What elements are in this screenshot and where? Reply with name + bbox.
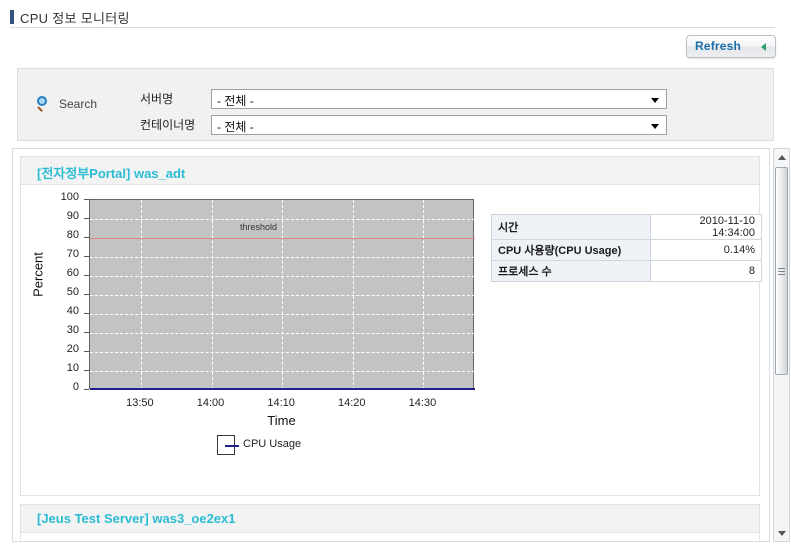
info-row-value: 8 [651, 261, 762, 282]
cpu-info-table: 시간2010-11-10 14:34:00CPU 사용량(CPU Usage)0… [491, 214, 762, 282]
info-row-value: 0.14% [651, 240, 762, 261]
chevron-down-icon [651, 124, 659, 129]
chart-x-axis-title: Time [89, 413, 474, 428]
info-row-value: 2010-11-10 14:34:00 [651, 215, 762, 240]
server-card-header: [전자정부Portal] was_adt [21, 157, 759, 185]
page-title: CPU 정보 모니터링 [20, 8, 130, 27]
server-name-select[interactable]: - 전체 - [211, 89, 667, 109]
play-arrow-icon [761, 43, 766, 51]
scrollbar-grip-line [778, 271, 785, 272]
chart-gridline [141, 200, 142, 390]
info-row-key: CPU 사용량(CPU Usage) [492, 240, 651, 261]
chart-y-tick-label: 10 [41, 362, 79, 374]
chart-x-tick-label: 14:10 [256, 397, 306, 409]
container-name-select[interactable]: - 전체 - [211, 115, 667, 135]
page-header: CPU 정보 모니터링 [0, 0, 791, 30]
server-name-select-value: - 전체 - [217, 92, 254, 109]
search-label: Search [59, 97, 97, 111]
chevron-up-icon [778, 155, 786, 160]
chart-x-tick-label: 14:20 [327, 397, 377, 409]
chart-y-tick-label: 40 [41, 305, 79, 317]
server-card-title[interactable]: [Jeus Test Server] was3_oe2ex1 [37, 511, 236, 526]
server-card-was3-oe2ex1: [Jeus Test Server] was3_oe2ex1 [20, 504, 760, 542]
chart-gridline [423, 200, 424, 390]
chart-legend: CPU Usage [217, 435, 235, 455]
magnifier-lens [37, 96, 47, 106]
scroll-up-button[interactable] [774, 149, 789, 165]
chart-x-tick-label: 14:00 [186, 397, 236, 409]
scrollbar-grip-line [778, 274, 785, 275]
container-name-select-value: - 전체 - [217, 118, 254, 135]
cpu-usage-chart: Percent Time 1009080706050403020100 thre… [21, 185, 491, 495]
server-card-title[interactable]: [전자정부Portal] was_adt [37, 163, 185, 182]
table-row: 프로세스 수8 [492, 261, 762, 282]
chart-plot-area: threshold [89, 199, 474, 389]
refresh-button-label: Refresh [695, 39, 741, 53]
chart-y-tick-label: 50 [41, 286, 79, 298]
scrollbar-thumb[interactable] [775, 167, 788, 375]
server-name-label: 서버명 [140, 90, 173, 107]
legend-label-cpu-usage: CPU Usage [243, 438, 301, 450]
legend-swatch-cpu-usage [225, 445, 239, 447]
chart-y-tick-label: 0 [41, 381, 79, 393]
chart-gridline [212, 200, 213, 390]
content-scrollbar[interactable] [773, 148, 790, 542]
chart-y-tick-label: 20 [41, 343, 79, 355]
chart-y-tick-label: 30 [41, 324, 79, 336]
table-row: 시간2010-11-10 14:34:00 [492, 215, 762, 240]
scrollbar-grip-line [778, 268, 785, 269]
chart-gridline [282, 200, 283, 390]
page-title-accent-bar [10, 10, 14, 24]
refresh-button[interactable]: Refresh [686, 35, 776, 58]
chart-x-tick-label: 13:50 [115, 397, 165, 409]
chart-y-tick-label: 100 [41, 191, 79, 203]
chart-gridline [353, 200, 354, 390]
cpu-usage-series-line [90, 388, 475, 390]
info-row-key: 시간 [492, 215, 651, 240]
chevron-down-icon [651, 98, 659, 103]
header-divider [10, 27, 775, 28]
scroll-down-button[interactable] [774, 525, 789, 541]
info-row-key: 프로세스 수 [492, 261, 651, 282]
server-card-was-adt: [전자정부Portal] was_adt Percent Time 100908… [20, 156, 760, 496]
threshold-line [90, 238, 475, 239]
chart-y-tick-label: 70 [41, 248, 79, 260]
search-panel: Search 서버명 - 전체 - 컨테이너명 - 전체 - 검색 [17, 68, 774, 141]
server-card-header: [Jeus Test Server] was3_oe2ex1 [21, 505, 759, 533]
chevron-down-icon [778, 531, 786, 536]
chart-y-tick-label: 90 [41, 210, 79, 222]
chart-y-tick-mark [84, 389, 89, 390]
chart-y-tick-label: 80 [41, 229, 79, 241]
threshold-label: threshold [240, 222, 277, 232]
magnifier-icon [37, 96, 53, 112]
magnifier-handle [37, 106, 43, 112]
table-row: CPU 사용량(CPU Usage)0.14% [492, 240, 762, 261]
chart-y-tick-label: 60 [41, 267, 79, 279]
chart-x-tick-label: 14:30 [397, 397, 447, 409]
container-name-label: 컨테이너명 [140, 116, 195, 133]
monitor-content-region: [전자정부Portal] was_adt Percent Time 100908… [12, 148, 770, 542]
